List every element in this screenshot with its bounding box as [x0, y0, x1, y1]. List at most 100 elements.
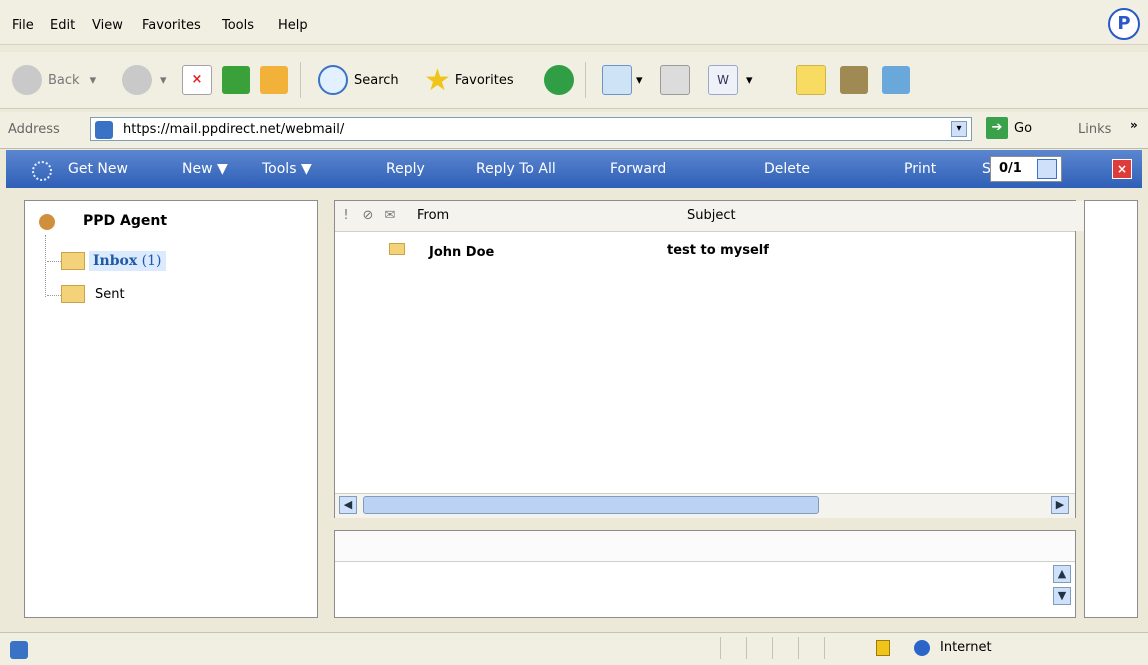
menu-edit[interactable]: Edit [50, 18, 75, 33]
message-counter: 0/1 [999, 161, 1022, 176]
messenger-icon [882, 66, 910, 94]
internet-globe-icon [914, 640, 930, 656]
ie-status-icon [10, 641, 28, 659]
research-icon [840, 66, 868, 94]
back-button[interactable]: Back ▾ [12, 61, 96, 99]
table-row[interactable]: John Doe test to myself [335, 237, 1075, 265]
account-name: PPD Agent [83, 213, 168, 229]
tools-button[interactable]: Tools ▼ [262, 150, 312, 188]
stop-button[interactable]: × [182, 61, 212, 99]
address-input[interactable]: https://mail.ppdirect.net/webmail/ ▾ [90, 117, 972, 141]
forward-nav-button[interactable]: ▾ [122, 61, 167, 99]
search-button[interactable]: Search [318, 61, 399, 99]
favorites-button[interactable]: ★ Favorites [424, 61, 514, 99]
mail-button[interactable]: ▾ [602, 61, 643, 99]
scroll-right-icon[interactable]: ▶ [1051, 496, 1069, 514]
forward-arrow-icon [122, 65, 152, 95]
chevron-down-icon: ▾ [636, 72, 643, 88]
counter-box: 0/1 [990, 156, 1062, 182]
messenger-button[interactable] [882, 61, 910, 99]
webmail-toolbar: Get New New ▼ Tools ▼ Reply Reply To All… [6, 150, 1142, 188]
browser-toolbar: Back ▾ ▾ × Search ★ Favorites ▾ W ▾ [0, 52, 1148, 109]
scroll-left-icon[interactable]: ◀ [339, 496, 357, 514]
word-icon: W [708, 65, 738, 95]
dropdown-arrow-icon[interactable]: ▾ [951, 121, 967, 137]
pane-layout-icon[interactable] [1037, 159, 1057, 179]
history-button[interactable] [544, 61, 574, 99]
printer-icon [660, 65, 690, 95]
menu-view[interactable]: View [92, 18, 123, 33]
right-side-panel [1084, 200, 1138, 618]
print-mail-button[interactable]: Print [904, 150, 936, 188]
security-zone: Internet [940, 640, 992, 655]
tree-line [45, 235, 47, 297]
menu-tools[interactable]: Tools [222, 18, 254, 33]
menu-bar: File Edit View Favorites Tools Help P [0, 0, 1148, 45]
unread-mail-icon [389, 243, 405, 255]
go-arrow-icon: ➔ [986, 117, 1008, 139]
folder-count-inbox: (1) [141, 253, 162, 269]
user-icon [39, 214, 55, 230]
scroll-down-icon[interactable]: ▼ [1053, 587, 1071, 605]
reply-all-button[interactable]: Reply To All [476, 150, 556, 188]
status-bar: Internet [0, 632, 1148, 665]
toolbar-separator [585, 62, 586, 98]
address-bar: Address https://mail.ppdirect.net/webmai… [0, 112, 1148, 149]
preview-header [335, 531, 1075, 562]
message-from: John Doe [429, 245, 495, 260]
reply-button[interactable]: Reply [386, 150, 425, 188]
status-separator [798, 637, 799, 659]
horizontal-scrollbar[interactable]: ◀ ▶ [335, 493, 1075, 518]
folder-inbox[interactable]: Inbox (1) [61, 251, 166, 271]
refresh-button[interactable] [222, 61, 250, 99]
stop-icon: × [182, 65, 212, 95]
get-new-button[interactable]: Get New [68, 150, 128, 188]
column-subject[interactable]: Subject [679, 201, 1086, 231]
home-button[interactable] [260, 61, 288, 99]
word-button[interactable]: W ▾ [708, 61, 753, 99]
menu-favorites[interactable]: Favorites [142, 18, 201, 33]
links-button[interactable]: Links [1078, 122, 1111, 137]
folder-label-inbox: Inbox [93, 253, 138, 269]
address-url: https://mail.ppdirect.net/webmail/ [123, 122, 345, 137]
ie-page-icon [95, 121, 113, 139]
menu-help[interactable]: Help [278, 18, 308, 33]
back-arrow-icon [12, 65, 42, 95]
folder-sent[interactable]: Sent [61, 285, 125, 303]
priority-column-icon[interactable]: ! [335, 201, 358, 231]
scroll-thumb[interactable] [363, 496, 819, 514]
tree-line [47, 295, 61, 297]
favorites-star-icon: ★ [424, 62, 451, 98]
status-separator [720, 637, 721, 659]
chevron-more-icon[interactable]: » [1130, 118, 1138, 132]
print-button[interactable] [660, 61, 690, 99]
forward-button[interactable]: Forward [610, 150, 666, 188]
read-status-column-icon[interactable]: ✉ [379, 201, 402, 231]
folder-label-sent: Sent [95, 286, 125, 302]
column-from[interactable]: From [401, 201, 680, 231]
delete-button[interactable]: Delete [764, 150, 810, 188]
notes-button[interactable] [796, 61, 826, 99]
close-icon[interactable]: × [1112, 159, 1132, 179]
research-button[interactable] [840, 61, 868, 99]
new-button[interactable]: New ▼ [182, 150, 228, 188]
attachment-column-icon[interactable]: ⊘ [357, 201, 380, 231]
refresh-icon [222, 66, 250, 94]
scroll-up-icon[interactable]: ▲ [1053, 565, 1071, 583]
tree-line [47, 261, 61, 263]
status-separator [772, 637, 773, 659]
message-list-header: ! ⊘ ✉ From Subject [335, 201, 1086, 232]
browser-brand-icon: P [1108, 8, 1140, 40]
menu-file[interactable]: File [12, 18, 34, 33]
go-button[interactable]: ➔ Go [986, 117, 1032, 139]
home-icon [260, 66, 288, 94]
chevron-down-icon: ▾ [160, 72, 167, 88]
folder-pane: PPD Agent Inbox (1) Sent [24, 200, 318, 618]
history-icon [544, 65, 574, 95]
lock-icon [876, 640, 890, 656]
message-subject: test to myself [667, 243, 769, 258]
sent-folder-icon [61, 285, 85, 303]
inbox-folder-icon [61, 252, 85, 270]
chevron-down-icon: ▾ [89, 72, 97, 88]
toolbar-separator [300, 62, 301, 98]
